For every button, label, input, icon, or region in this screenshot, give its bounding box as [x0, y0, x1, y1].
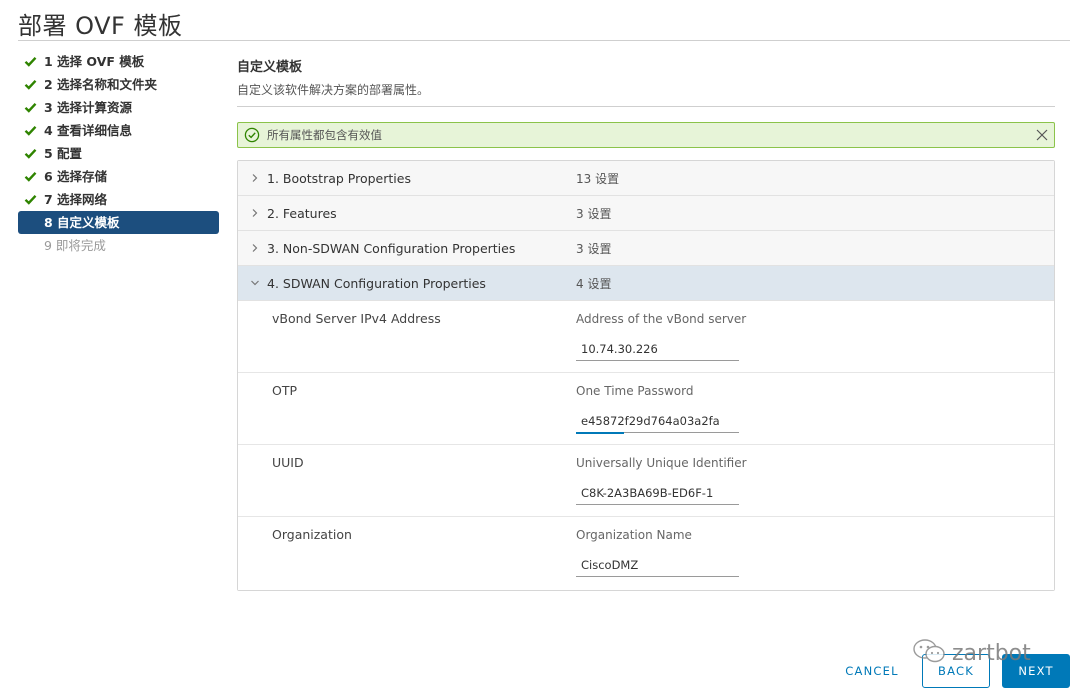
- group-count: 3 设置: [576, 241, 612, 256]
- chevron-down-icon: [249, 277, 261, 289]
- step-7[interactable]: 7 选择网络: [18, 188, 219, 211]
- check-icon: [24, 188, 38, 211]
- group-count: 13 设置: [576, 171, 620, 186]
- step-5[interactable]: 5 配置: [18, 142, 219, 165]
- watermark-text: zartbot: [952, 640, 1031, 666]
- wizard-steps: 1 选择 OVF 模板 2 选择名称和文件夹 3 选择计算资源 4 查看详细信息…: [18, 50, 219, 257]
- close-icon[interactable]: [1035, 128, 1049, 142]
- group-features[interactable]: 2. Features 3 设置: [238, 196, 1054, 231]
- properties-grid: 1. Bootstrap Properties 13 设置 2. Feature…: [237, 160, 1055, 591]
- uuid-input[interactable]: [576, 481, 739, 505]
- group-count: 3 设置: [576, 206, 612, 221]
- wechat-icon: [912, 638, 946, 668]
- step-label: 3 选择计算资源: [44, 100, 133, 115]
- chevron-right-icon: [249, 207, 261, 219]
- page-title: 部署 OVF 模板: [18, 12, 183, 40]
- group-count: 4 设置: [576, 276, 612, 291]
- property-name: Organization: [272, 527, 352, 542]
- property-description: Address of the vBond server: [576, 312, 747, 326]
- step-label: 9 即将完成: [44, 238, 106, 253]
- alert-message: 所有属性都包含有效值: [267, 128, 382, 142]
- check-icon: [24, 119, 38, 142]
- group-label: 1. Bootstrap Properties: [267, 170, 411, 186]
- step-label: 1 选择 OVF 模板: [44, 54, 145, 69]
- vbond-address-input[interactable]: [576, 337, 739, 361]
- step-label: 2 选择名称和文件夹: [44, 77, 158, 92]
- success-alert: 所有属性都包含有效值: [237, 122, 1055, 148]
- step-6[interactable]: 6 选择存储: [18, 165, 219, 188]
- step-label: 8 自定义模板: [44, 215, 120, 230]
- group-label: 2. Features: [267, 205, 337, 221]
- check-icon: [24, 96, 38, 119]
- property-otp: OTP One Time Password: [238, 373, 1054, 445]
- group-label: 3. Non-SDWAN Configuration Properties: [267, 240, 516, 256]
- property-vbond-address: vBond Server IPv4 Address Address of the…: [238, 301, 1054, 373]
- step-label: 5 配置: [44, 146, 83, 161]
- chevron-right-icon: [249, 172, 261, 184]
- property-name: UUID: [272, 455, 304, 470]
- group-non-sdwan-configuration[interactable]: 3. Non-SDWAN Configuration Properties 3 …: [238, 231, 1054, 266]
- property-name: OTP: [272, 383, 298, 398]
- group-label: 4. SDWAN Configuration Properties: [267, 275, 486, 291]
- cancel-button[interactable]: CANCEL: [832, 654, 912, 688]
- step-3[interactable]: 3 选择计算资源: [18, 96, 219, 119]
- group-bootstrap-properties[interactable]: 1. Bootstrap Properties 13 设置: [238, 161, 1054, 196]
- property-description: Organization Name: [576, 528, 692, 542]
- section-title: 自定义模板: [237, 60, 303, 75]
- step-label: 7 选择网络: [44, 192, 108, 207]
- check-icon: [24, 142, 38, 165]
- organization-input[interactable]: [576, 553, 739, 577]
- check-icon: [24, 50, 38, 73]
- chevron-right-icon: [249, 242, 261, 254]
- otp-input[interactable]: [576, 409, 739, 433]
- section-subtitle: 自定义该软件解决方案的部署属性。: [237, 83, 430, 97]
- step-9: 9 即将完成: [18, 234, 219, 257]
- property-uuid: UUID Universally Unique Identifier: [238, 445, 1054, 517]
- step-1[interactable]: 1 选择 OVF 模板: [18, 50, 219, 73]
- check-circle-icon: [244, 127, 260, 143]
- check-icon: [24, 73, 38, 96]
- step-label: 6 选择存储: [44, 169, 108, 184]
- property-name: vBond Server IPv4 Address: [272, 311, 441, 326]
- step-8-active[interactable]: 8 自定义模板: [18, 211, 219, 234]
- input-focus-indicator: [576, 432, 624, 434]
- main-panel: 自定义模板 自定义该软件解决方案的部署属性。 所有属性都包含有效值 1. Boo…: [237, 56, 1055, 591]
- property-organization: Organization Organization Name: [238, 517, 1054, 590]
- step-label: 4 查看详细信息: [44, 123, 133, 138]
- check-icon: [24, 165, 38, 188]
- property-description: One Time Password: [576, 384, 694, 398]
- step-2[interactable]: 2 选择名称和文件夹: [18, 73, 219, 96]
- step-4[interactable]: 4 查看详细信息: [18, 119, 219, 142]
- group-sdwan-configuration[interactable]: 4. SDWAN Configuration Properties 4 设置: [238, 266, 1054, 301]
- watermark: zartbot: [912, 638, 1031, 668]
- property-description: Universally Unique Identifier: [576, 456, 747, 470]
- section-divider: [237, 106, 1055, 107]
- title-divider: [18, 40, 1070, 41]
